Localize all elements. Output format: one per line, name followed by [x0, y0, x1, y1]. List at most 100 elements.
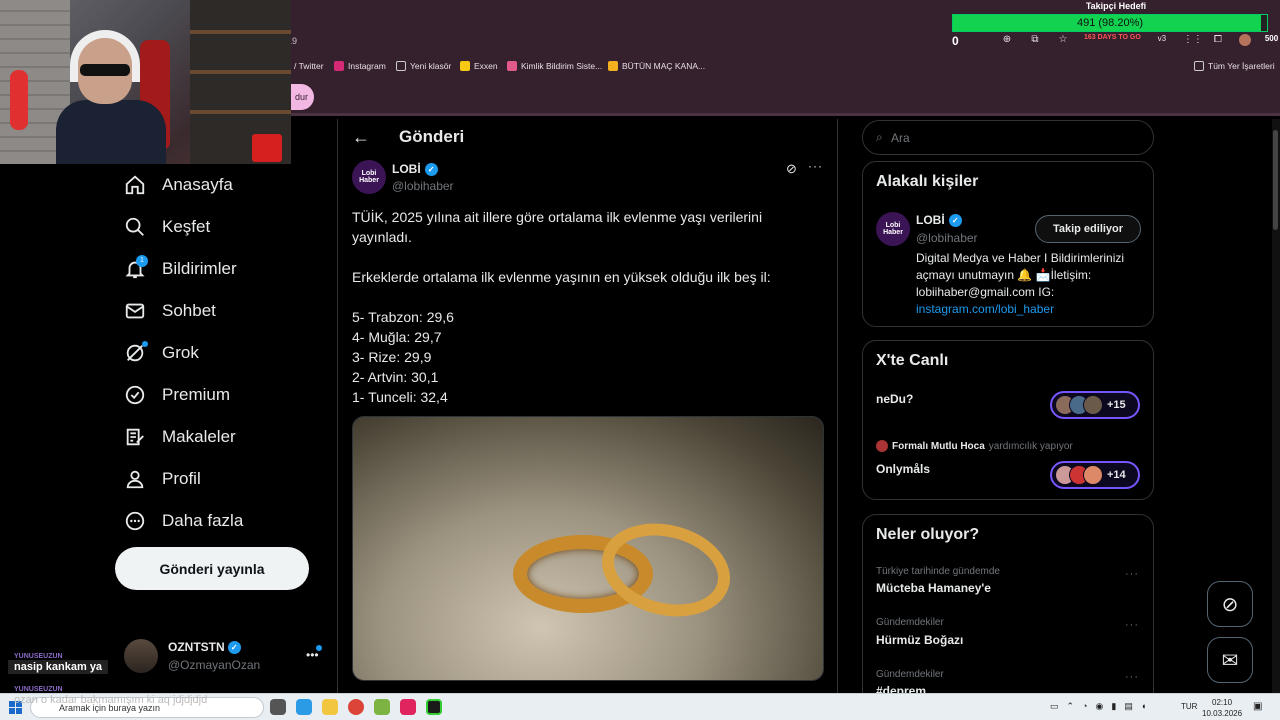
bookmark-exxen[interactable]: Exxen	[460, 61, 498, 71]
space-title[interactable]: Onlymåls	[876, 462, 930, 476]
trends-title: Neler oluyor?	[876, 526, 980, 543]
bookmark-twitter[interactable]: / Twitter	[294, 61, 324, 71]
space-listeners-pill[interactable]: +15	[1050, 391, 1140, 419]
related-name-row[interactable]: LOBİ ✓	[916, 213, 962, 227]
nav-articles[interactable]: Makaleler	[124, 426, 236, 448]
author-avatar[interactable]: Lobi Haber	[352, 160, 386, 194]
trend-name[interactable]: Hürmüz Boğazı	[876, 633, 963, 647]
bookmark-instagram[interactable]: Instagram	[334, 61, 386, 71]
extension-badge[interactable]: 163 DAYS TO GO	[1084, 34, 1141, 46]
notification-icon[interactable]: ▣	[1253, 701, 1262, 712]
bookmark-label: BÜTÜN MAÇ KANA...	[622, 61, 706, 71]
nav-notifications[interactable]: 1 Bildirimler	[124, 255, 237, 280]
profile-icon	[126, 470, 144, 489]
post-more-icon[interactable]: ···	[808, 159, 823, 173]
grok-explain-icon[interactable]: ⊘	[786, 161, 797, 177]
following-button[interactable]: Takip ediliyor	[1035, 215, 1141, 243]
chevron-up-icon[interactable]: ⌃	[1067, 701, 1075, 712]
puzzle-icon[interactable]: ⧠	[1211, 34, 1225, 46]
account-name: OZNTSTN	[168, 640, 225, 654]
file-explorer-icon[interactable]	[322, 699, 338, 715]
grok-fab-icon[interactable]: ⊘	[1207, 581, 1253, 627]
language-indicator[interactable]: TUR	[1181, 702, 1197, 711]
live-title: X'te Canlı	[876, 352, 949, 369]
author-name-row[interactable]: LOBİ ✓	[392, 162, 438, 176]
nav-home[interactable]: Anasayfa	[124, 174, 233, 196]
author-handle[interactable]: @lobihaber	[392, 179, 454, 193]
scrollbar-thumb[interactable]	[1273, 130, 1278, 230]
nav-explore[interactable]: Keşfet	[124, 216, 210, 238]
space-listeners-pill[interactable]: +14	[1050, 461, 1140, 489]
nav-chat[interactable]: Sohbet	[124, 300, 216, 322]
related-bio: Digital Medya ve Haber I Bildirimleriniz…	[916, 250, 1144, 318]
messages-fab-icon[interactable]: ✉	[1207, 637, 1253, 683]
app-red-icon[interactable]	[400, 699, 416, 715]
extension-icon[interactable]: ⋮⋮	[1183, 34, 1203, 46]
listener-count: +15	[1107, 399, 1126, 411]
instagram-icon	[334, 61, 344, 71]
nav-profile[interactable]: Profil	[124, 468, 201, 490]
extension-v3[interactable]: v3	[1155, 34, 1169, 46]
related-bio-link[interactable]: instagram.com/lobi_haber	[916, 302, 1054, 316]
trend-more-icon[interactable]: ···	[1125, 619, 1139, 631]
kimlik-icon	[507, 61, 517, 71]
exxen-icon	[460, 61, 470, 71]
list-item: 5- Trabzon: 29,6	[352, 309, 454, 325]
articles-icon	[126, 428, 144, 446]
listener-count: +14	[1107, 469, 1126, 481]
all-bookmarks[interactable]: Tüm Yer İşaretleri	[1194, 61, 1275, 71]
app-green-icon[interactable]	[426, 699, 442, 715]
bookmark-mac[interactable]: BÜTÜN MAÇ KANA...	[608, 61, 705, 71]
nav-more[interactable]: Daha fazla	[124, 510, 243, 532]
tray-app-icon[interactable]: ▭	[1050, 701, 1059, 712]
shelf-row	[190, 70, 291, 74]
mic-icon[interactable]: ▮	[1111, 701, 1116, 712]
more-circle-icon	[125, 511, 145, 531]
trend-more-icon[interactable]: ···	[1125, 671, 1139, 683]
tray-icon[interactable]: ◔	[1082, 701, 1087, 712]
nav-label: Daha fazla	[162, 511, 244, 530]
related-name: LOBİ	[916, 213, 945, 227]
volume-icon[interactable]: ◖	[1141, 701, 1146, 712]
nav-label: Keşfet	[162, 217, 211, 236]
bookmark-folder[interactable]: Yeni klasör	[396, 61, 451, 71]
zoom-icon[interactable]: ⊕	[1000, 34, 1014, 46]
all-bookmarks-label: Tüm Yer İşaretleri	[1208, 61, 1275, 71]
chat-username: YUNUSEUZUN	[14, 686, 63, 693]
live-card: X'te Canlı neDu? +15 Formalı Mutlu Hoca …	[862, 340, 1154, 500]
network-icon[interactable]: ▤	[1124, 701, 1133, 712]
post-paragraph: TÜİK, 2025 yılına ait illere göre ortala…	[352, 209, 763, 245]
related-avatar[interactable]: Lobi Haber	[876, 212, 910, 246]
back-arrow-icon[interactable]: ←	[352, 127, 370, 148]
trend-more-icon[interactable]: ···	[1125, 568, 1139, 580]
nav-premium[interactable]: Premium	[124, 384, 230, 406]
verified-icon: ✓	[227, 640, 241, 654]
bell-icon-wrap: 1	[124, 255, 148, 280]
mac-kanal-icon	[608, 61, 618, 71]
space-title[interactable]: neDu?	[876, 392, 913, 406]
bookmark-kimlik[interactable]: Kimlik Bildirim Siste...	[507, 61, 602, 71]
chrome-icon[interactable]	[348, 699, 364, 715]
home-icon	[125, 175, 145, 195]
copilot-icon[interactable]	[296, 699, 312, 715]
browser-profile-avatar[interactable]	[1238, 34, 1251, 46]
nav-grok[interactable]: Grok	[124, 341, 199, 364]
bookmark-label: Instagram	[348, 61, 386, 71]
shelf-row	[190, 30, 291, 34]
star-icon[interactable]: ☆	[1056, 34, 1070, 46]
cast-icon[interactable]: ⧉	[1028, 34, 1042, 46]
post-button[interactable]: Gönderi yayınla	[115, 547, 309, 590]
search-input[interactable]: ⌕ Ara	[862, 120, 1154, 155]
trend-name[interactable]: Mücteba Hamaney'e	[876, 581, 991, 595]
notepad-icon[interactable]	[374, 699, 390, 715]
post-column: ← Gönderi Lobi Haber LOBİ ✓ @lobihaber ⊘ …	[337, 119, 838, 693]
nav-label: Premium	[162, 385, 231, 404]
post-image-wedding-rings[interactable]	[352, 416, 824, 681]
task-view-icon[interactable]	[270, 699, 286, 715]
host-name: Formalı Mutlu Hoca	[892, 440, 985, 452]
list-item: 4- Muğla: 29,7	[352, 329, 442, 345]
taskbar-clock[interactable]: 02:10 10.03.2026	[1202, 697, 1242, 719]
clock-time: 02:10	[1212, 698, 1233, 707]
tray-icon[interactable]: ◉	[1096, 701, 1104, 712]
chat-message: ozan o kadar bakmamışım ki aq jdjdjdjd	[14, 694, 208, 706]
